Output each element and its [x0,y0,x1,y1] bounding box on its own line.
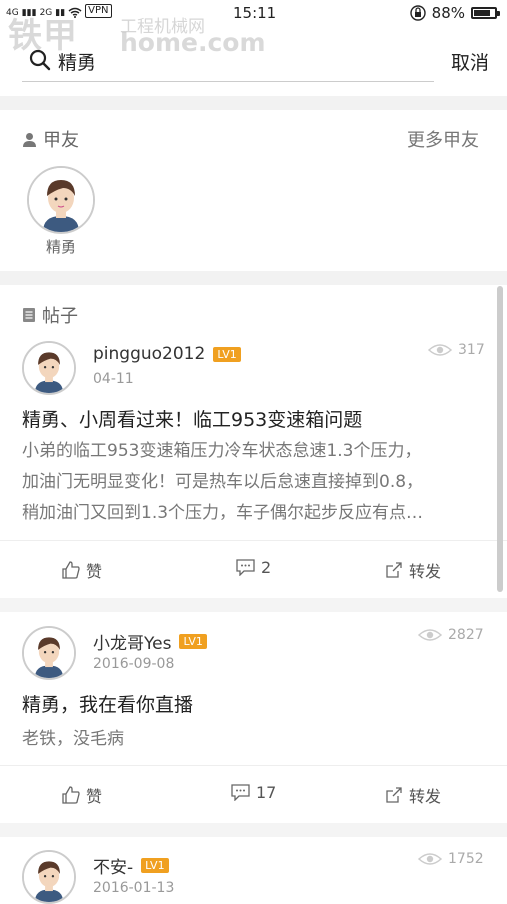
share-button[interactable]: 转发 [385,783,441,807]
post-author-row: pingguo2012 LV1 [93,344,241,364]
friend-name[interactable]: 精勇 [30,236,92,257]
search-icon [29,49,51,71]
cancel-button[interactable]: 取消 [451,48,489,75]
battery-percent: 88% [431,4,465,22]
avatar-icon [29,168,93,232]
person-icon [23,132,36,147]
post-views: 2827 [418,627,484,643]
battery-icon [471,7,500,19]
post-separator [0,598,507,612]
document-icon [23,308,35,322]
post-excerpt[interactable]: 小弟的临工953变速箱压力冷车状态怠速1.3个压力， 加油门无明显变化！可是热车… [22,436,492,529]
view-count: 317 [458,342,485,358]
thumbs-up-icon [62,561,80,579]
like-button[interactable]: 赞 [62,783,102,807]
section-divider-2 [0,271,507,285]
thumbs-up-icon [62,786,80,804]
post-username[interactable]: 不安- [93,853,133,878]
posts-title-label: 帖子 [42,306,78,327]
comment-icon [236,559,255,576]
comment-icon [231,784,250,801]
level-badge: LV1 [179,634,207,649]
avatar-icon [24,852,74,902]
search-input[interactable]: 精勇 [58,48,96,75]
battery-area: 88% [409,4,500,22]
post-author-row: 小龙哥Yes LV1 [93,629,207,654]
post-actions: 赞 2 转发 [0,540,507,600]
friends-title-label: 甲友 [43,130,79,151]
share-icon [386,787,402,803]
eye-icon [418,629,442,641]
eye-icon [418,853,442,865]
post-author-avatar[interactable] [22,341,76,395]
post-excerpt-line: 加油门无明显变化！可是热车以后怠速直接掉到0.8， [22,472,424,492]
posts-section-title: 帖子 [22,302,78,328]
like-button[interactable]: 赞 [62,558,102,582]
post-excerpt[interactable]: 老铁，没毛病 [22,724,492,755]
avatar-icon [24,343,74,393]
post-author-row: 不安- LV1 [93,853,169,878]
vpn-badge: VPN [85,4,112,18]
comment-button[interactable]: 17 [231,783,276,802]
share-button[interactable]: 转发 [385,558,441,582]
post-date: 2016-01-13 [93,880,175,896]
avatar-icon [24,628,74,678]
friends-section-title: 甲友 [22,126,79,152]
post-excerpt-line: 小弟的临工953变速箱压力冷车状态怠速1.3个压力， [22,441,422,461]
share-icon [386,562,402,578]
friend-avatar[interactable] [27,166,95,234]
post-excerpt-line: 稍加油门又回到1.3个压力，车子偶尔起步反应有点… [22,503,424,523]
post-username[interactable]: pingguo2012 [93,344,205,364]
eye-icon [428,344,452,356]
post-date: 04-11 [93,371,134,387]
post-actions: 赞 17 转发 [0,765,507,825]
search-bar[interactable]: 精勇 [22,40,434,82]
view-count: 1752 [448,851,484,867]
view-count: 2827 [448,627,484,643]
post-title[interactable]: 精勇、小周看过来！临工953变速箱问题 [22,405,362,432]
level-badge: LV1 [213,346,241,362]
scrollbar[interactable] [497,286,503,592]
comment-count: 17 [256,783,277,802]
comment-button[interactable]: 2 [236,558,271,577]
more-friends-link[interactable]: 更多甲友 [407,126,479,152]
post-separator [0,823,507,837]
like-label: 赞 [86,562,103,581]
post-excerpt-line: 老铁，没毛病 [22,729,124,749]
like-label: 赞 [86,787,103,806]
comment-count: 2 [261,558,272,577]
post-username[interactable]: 小龙哥Yes [93,629,171,654]
lock-rotation-icon [409,5,426,21]
post-author-avatar[interactable] [22,626,76,680]
share-label: 转发 [409,562,442,581]
share-label: 转发 [409,787,442,806]
post-views: 317 [428,342,485,358]
post-author-avatar[interactable] [22,850,76,904]
post-views: 1752 [418,851,484,867]
level-badge: LV1 [141,858,169,873]
post-date: 2016-09-08 [93,656,175,672]
section-divider [0,96,507,110]
clock: 15:11 [233,4,277,22]
post-title[interactable]: 精勇，我在看你直播 [22,690,193,717]
